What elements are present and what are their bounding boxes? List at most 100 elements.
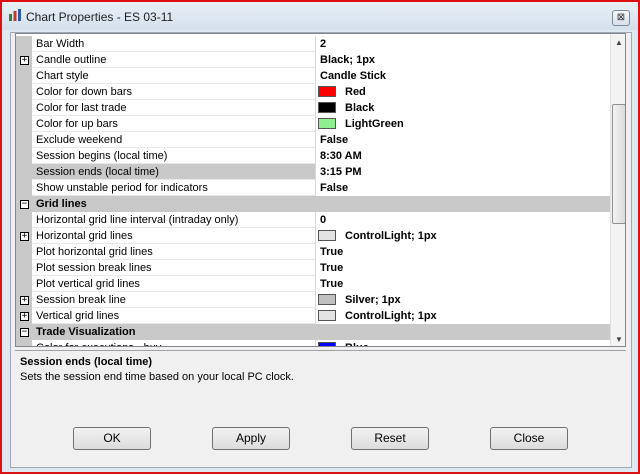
property-value[interactable]: 0	[320, 214, 326, 226]
property-row[interactable]: Show unstable period for indicators False	[16, 180, 610, 196]
column-divider	[315, 68, 316, 84]
property-row[interactable]: Plot horizontal grid lines True	[16, 244, 610, 260]
row-gutter	[16, 68, 32, 84]
color-swatch	[318, 310, 336, 321]
help-panel: Session ends (local time) Sets the sessi…	[15, 350, 626, 410]
column-divider	[315, 244, 316, 260]
scrollbar-thumb[interactable]	[612, 104, 625, 224]
property-value[interactable]: Blue	[345, 342, 369, 346]
property-row[interactable]: Exclude weekend False	[16, 132, 610, 148]
column-divider	[315, 292, 316, 308]
column-divider	[315, 132, 316, 148]
row-gutter	[16, 180, 32, 196]
property-value[interactable]: Black; 1px	[320, 54, 375, 66]
property-value[interactable]: True	[320, 262, 343, 274]
property-value[interactable]: LightGreen	[345, 118, 404, 130]
property-grid: Bar Width 2 + Candle outline Black; 1px Chart…	[15, 33, 626, 347]
expand-icon[interactable]: +	[20, 312, 29, 321]
category-label: Trade Visualization	[36, 326, 136, 338]
property-name: Session break line	[36, 294, 126, 306]
expand-icon[interactable]: +	[20, 296, 29, 305]
column-divider	[315, 100, 316, 116]
property-name: Bar Width	[36, 38, 85, 50]
property-value[interactable]: False	[320, 182, 348, 194]
category-label: Grid lines	[36, 198, 87, 210]
title-bar[interactable]: Chart Properties - ES 03-11 ⊠	[2, 2, 638, 30]
scroll-down-icon[interactable]: ▼	[611, 331, 625, 346]
property-row[interactable]: Bar Width 2	[16, 36, 610, 52]
row-gutter	[16, 132, 32, 148]
property-value[interactable]: ControlLight; 1px	[345, 310, 437, 322]
column-divider	[315, 52, 316, 68]
apply-button[interactable]: Apply	[212, 427, 290, 450]
property-name: Color for down bars	[36, 86, 132, 98]
property-row[interactable]: Color for down bars Red	[16, 84, 610, 100]
ok-button[interactable]: OK	[73, 427, 151, 450]
property-row[interactable]: Color for executions - buy Blue	[16, 340, 610, 346]
property-value[interactable]: Silver; 1px	[345, 294, 401, 306]
property-value[interactable]: 2	[320, 38, 326, 50]
expand-icon[interactable]: +	[20, 56, 29, 65]
color-swatch	[318, 342, 336, 346]
property-row[interactable]: Chart style Candle Stick	[16, 68, 610, 84]
row-gutter	[16, 36, 32, 52]
row-gutter	[16, 100, 32, 116]
property-value[interactable]: True	[320, 278, 343, 290]
row-gutter	[16, 164, 32, 180]
category-band	[32, 196, 610, 212]
property-value[interactable]: Candle Stick	[320, 70, 386, 82]
color-swatch	[318, 86, 336, 97]
property-row[interactable]: + Vertical grid lines ControlLight; 1px	[16, 308, 610, 324]
property-name: Candle outline	[36, 54, 107, 66]
property-row[interactable]: + Horizontal grid lines ControlLight; 1px	[16, 228, 610, 244]
column-divider	[315, 340, 316, 346]
property-name: Session begins (local time)	[36, 150, 168, 162]
property-row[interactable]: Color for up bars LightGreen	[16, 116, 610, 132]
property-row[interactable]: + Candle outline Black; 1px	[16, 52, 610, 68]
property-value[interactable]: ControlLight; 1px	[345, 230, 437, 242]
dialog-client-area: Bar Width 2 + Candle outline Black; 1px Chart…	[10, 32, 632, 468]
color-swatch	[318, 294, 336, 305]
close-icon[interactable]: ⊠	[612, 10, 630, 26]
row-gutter	[16, 244, 32, 260]
property-value[interactable]: 8:30 AM	[320, 150, 362, 162]
property-row[interactable]: Horizontal grid line interval (intraday …	[16, 212, 610, 228]
property-name: Color for executions - buy	[36, 342, 161, 346]
property-row[interactable]: Session ends (local time) 3:15 PM	[16, 164, 610, 180]
property-value[interactable]: Red	[345, 86, 366, 98]
collapse-icon[interactable]: −	[20, 200, 29, 209]
vertical-scrollbar[interactable]: ▲ ▼	[610, 34, 625, 346]
property-name: Plot vertical grid lines	[36, 278, 140, 290]
property-value[interactable]: False	[320, 134, 348, 146]
column-divider	[315, 276, 316, 292]
property-value[interactable]: True	[320, 246, 343, 258]
property-name: Plot horizontal grid lines	[36, 246, 153, 258]
column-divider	[315, 308, 316, 324]
help-title: Session ends (local time)	[20, 356, 153, 368]
row-gutter	[16, 212, 32, 228]
chart-properties-window: Chart Properties - ES 03-11 ⊠ Bar Width 2…	[0, 0, 640, 474]
column-divider	[315, 164, 316, 180]
property-row[interactable]: Color for last trade Black	[16, 100, 610, 116]
category-row[interactable]: − Trade Visualization	[16, 324, 610, 340]
property-row[interactable]: Session begins (local time) 8:30 AM	[16, 148, 610, 164]
category-row[interactable]: − Grid lines	[16, 196, 610, 212]
close-button[interactable]: Close	[490, 427, 568, 450]
property-row[interactable]: + Session break line Silver; 1px	[16, 292, 610, 308]
row-gutter	[16, 260, 32, 276]
color-swatch	[318, 118, 336, 129]
property-row[interactable]: Plot vertical grid lines True	[16, 276, 610, 292]
property-value[interactable]: Black	[345, 102, 374, 114]
collapse-icon[interactable]: −	[20, 328, 29, 337]
reset-button[interactable]: Reset	[351, 427, 429, 450]
property-name: Vertical grid lines	[36, 310, 120, 322]
property-name: Color for up bars	[36, 118, 118, 130]
property-row[interactable]: Plot session break lines True	[16, 260, 610, 276]
column-divider	[315, 36, 316, 52]
scroll-up-icon[interactable]: ▲	[611, 34, 625, 51]
expand-icon[interactable]: +	[20, 232, 29, 241]
property-value[interactable]: 3:15 PM	[320, 166, 362, 178]
property-name: Horizontal grid line interval (intraday …	[36, 214, 239, 226]
row-gutter	[16, 276, 32, 292]
color-swatch	[318, 230, 336, 241]
